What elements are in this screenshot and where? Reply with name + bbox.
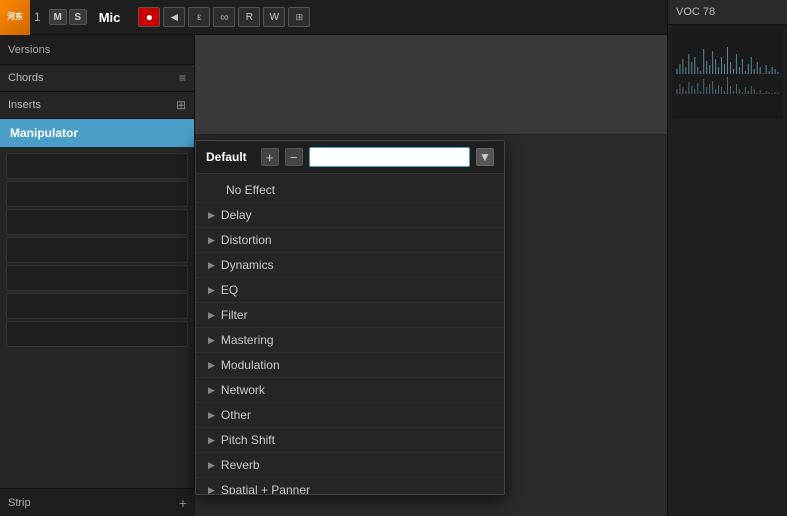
dropdown-item-label-5: Filter — [221, 308, 248, 322]
transport-controls: ● ◄ ε ∞ R W ⊞ — [138, 7, 310, 27]
submenu-arrow-icon: ▶ — [208, 310, 215, 321]
dropdown-title: Default — [206, 150, 247, 164]
chords-label: Chords — [8, 72, 43, 84]
slot-6[interactable] — [6, 293, 188, 319]
dropdown-item-label-11: Reverb — [221, 458, 260, 472]
dropdown-add-button[interactable]: + — [261, 148, 279, 166]
inserts-label: Inserts — [8, 99, 41, 111]
manipulator-label: Manipulator — [10, 126, 78, 140]
dropdown-minus-button[interactable]: − — [285, 148, 303, 166]
slot-2[interactable] — [6, 181, 188, 207]
submenu-arrow-icon: ▶ — [208, 485, 215, 495]
submenu-arrow-icon: ▶ — [208, 460, 215, 471]
monitor-button[interactable]: ⊞ — [288, 7, 310, 27]
waveform-svg — [672, 29, 783, 119]
slot-3[interactable] — [6, 209, 188, 235]
dropdown-item-label-0: No Effect — [226, 183, 275, 197]
write-button[interactable]: W — [263, 7, 285, 27]
track-buttons: M S — [49, 9, 87, 25]
versions-label: Versions — [8, 44, 50, 56]
logo: 河东 — [0, 0, 30, 35]
dropdown-item-4[interactable]: ▶ EQ — [196, 278, 504, 303]
dropdown-item-label-9: Other — [221, 408, 251, 422]
dropdown-item-2[interactable]: ▶ Distortion — [196, 228, 504, 253]
strip-add-icon[interactable]: + — [179, 495, 187, 511]
dropdown-item-12[interactable]: ▶ Spatial + Panner — [196, 478, 504, 494]
submenu-arrow-icon: ▶ — [208, 285, 215, 296]
dropdown-item-10[interactable]: ▶ Pitch Shift — [196, 428, 504, 453]
submenu-arrow-icon: ▶ — [208, 360, 215, 371]
right-panel: VOC 78 — [667, 0, 787, 516]
dropdown-item-6[interactable]: ▶ Mastering — [196, 328, 504, 353]
dropdown-arrow-icon[interactable]: ▼ — [476, 148, 494, 166]
dropdown-item-label-6: Mastering — [221, 333, 274, 347]
chords-section[interactable]: Chords ≡ — [0, 65, 194, 92]
dropdown-search-input[interactable] — [309, 147, 470, 167]
mute-button[interactable]: M — [49, 9, 67, 25]
read-button[interactable]: R — [238, 7, 260, 27]
dropdown-item-label-10: Pitch Shift — [221, 433, 275, 447]
dropdown-item-label-1: Delay — [221, 208, 252, 222]
dropdown-item-5[interactable]: ▶ Filter — [196, 303, 504, 328]
submenu-arrow-icon: ▶ — [208, 335, 215, 346]
submenu-arrow-icon: ▶ — [208, 260, 215, 271]
track-number: 1 — [34, 10, 41, 24]
submenu-arrow-icon: ▶ — [208, 410, 215, 421]
waveform-display — [672, 29, 783, 119]
play-back-button[interactable]: ◄ — [163, 7, 185, 27]
dropdown-item-label-12: Spatial + Panner — [221, 483, 310, 494]
dropdown-item-label-3: Dynamics — [221, 258, 274, 272]
dropdown-list: No Effect ▶ Delay ▶ Distortion ▶ Dynamics ▶ EQ ▶ F… — [196, 174, 504, 494]
chords-icon: ≡ — [179, 71, 186, 85]
slot-1[interactable] — [6, 153, 188, 179]
submenu-arrow-icon: ▶ — [208, 210, 215, 221]
dropdown-item-1[interactable]: ▶ Delay — [196, 203, 504, 228]
track-name-label: Mic — [99, 10, 121, 25]
dropdown-item-label-7: Modulation — [221, 358, 280, 372]
dropdown-popup: Default + − ▼ No Effect ▶ Delay ▶ Distortion… — [195, 140, 505, 495]
loop-button[interactable]: ε — [188, 7, 210, 27]
inserts-icon: ⊞ — [176, 98, 186, 112]
slot-7[interactable] — [6, 321, 188, 347]
slot-4[interactable] — [6, 237, 188, 263]
dropdown-item-0[interactable]: No Effect — [196, 178, 504, 203]
solo-button[interactable]: S — [69, 9, 87, 25]
slot-5[interactable] — [6, 265, 188, 291]
strip-label: Strip — [8, 497, 31, 509]
versions-bar[interactable]: Versions — [0, 35, 194, 65]
dropdown-item-label-4: EQ — [221, 283, 238, 297]
submenu-arrow-icon: ▶ — [208, 435, 215, 446]
inserts-section[interactable]: Inserts ⊞ — [0, 92, 194, 119]
record-button[interactable]: ● — [138, 7, 160, 27]
right-panel-title: VOC 78 — [668, 0, 787, 25]
dropdown-item-9[interactable]: ▶ Other — [196, 403, 504, 428]
right-panel-title-text: VOC 78 — [676, 6, 715, 18]
left-sidebar: Versions Chords ≡ Inserts ⊞ Manipulator … — [0, 35, 195, 516]
dropdown-header: Default + − ▼ — [196, 141, 504, 174]
submenu-arrow-icon: ▶ — [208, 385, 215, 396]
dropdown-item-8[interactable]: ▶ Network — [196, 378, 504, 403]
infinity-button[interactable]: ∞ — [213, 7, 235, 27]
submenu-arrow-icon: ▶ — [208, 235, 215, 246]
track-lane[interactable] — [195, 35, 667, 135]
dropdown-item-3[interactable]: ▶ Dynamics — [196, 253, 504, 278]
dropdown-item-label-2: Distortion — [221, 233, 272, 247]
dropdown-item-label-8: Network — [221, 383, 265, 397]
strip-bar: Strip + — [0, 488, 195, 516]
dropdown-item-11[interactable]: ▶ Reverb — [196, 453, 504, 478]
manipulator-header: Manipulator — [0, 119, 194, 147]
dropdown-item-7[interactable]: ▶ Modulation — [196, 353, 504, 378]
slot-list — [0, 147, 194, 353]
